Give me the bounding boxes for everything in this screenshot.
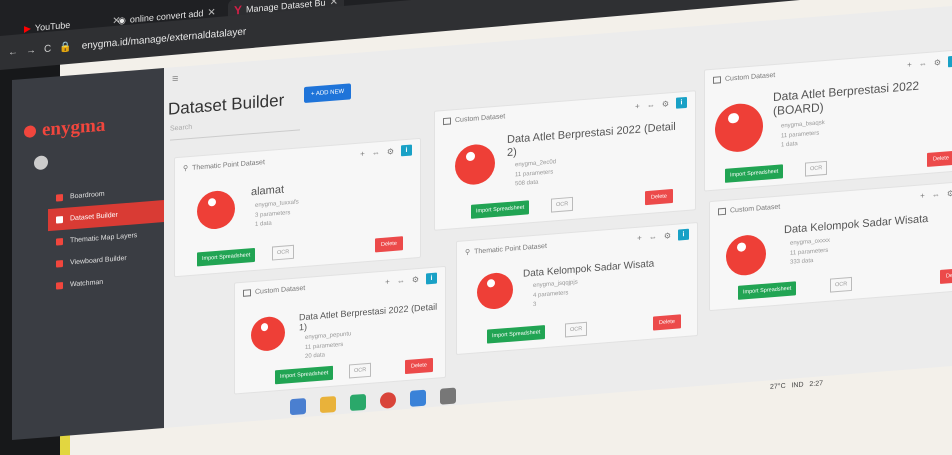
link-icon[interactable]: ⇔ (649, 232, 657, 242)
map-icon (56, 237, 63, 246)
gear-icon[interactable]: ⚙ (934, 58, 941, 68)
logo-mark-icon (24, 125, 36, 139)
import-spreadsheet-button[interactable]: Import Spreadsheet (197, 247, 256, 267)
dataset-logo-icon (251, 315, 285, 353)
weather-text[interactable]: 27°C (770, 383, 786, 391)
info-icon[interactable]: i (948, 55, 952, 68)
gear-icon[interactable]: ⚙ (947, 189, 952, 199)
import-spreadsheet-button[interactable]: Import Spreadsheet (738, 281, 797, 300)
dataset-icon (56, 215, 63, 224)
page-title: Dataset Builder (168, 90, 285, 119)
dataset-card: Custom Dataset +⇔⚙i Data Atlet Berpresta… (434, 90, 696, 231)
sidebar: enygma Boardroom Dataset Builder Themati… (12, 68, 164, 440)
avatar (34, 155, 48, 171)
ocr-button[interactable]: OCR (551, 196, 574, 213)
word-icon[interactable] (410, 389, 426, 407)
add-icon[interactable]: + (635, 102, 640, 111)
gear-icon[interactable]: ⚙ (387, 147, 394, 157)
dataset-name: Data Kelompok Sadar Wisata (523, 258, 655, 280)
lock-icon: 🔒 (59, 41, 72, 54)
import-spreadsheet-button[interactable]: Import Spreadsheet (725, 164, 784, 183)
info-icon[interactable]: i (678, 228, 689, 241)
link-icon[interactable]: ⇔ (397, 276, 405, 286)
pin-icon: ⚲ (465, 248, 471, 257)
ocr-button[interactable]: OCR (272, 244, 295, 261)
dataset-logo-icon (726, 233, 766, 277)
table-icon (713, 76, 721, 84)
dataset-name: Data Atlet Berprestasi 2022 (BOARD) (773, 78, 920, 118)
whatsapp-icon[interactable] (350, 393, 366, 412)
add-icon[interactable]: + (920, 191, 925, 200)
ocr-button[interactable]: OCR (565, 321, 588, 338)
import-spreadsheet-button[interactable]: Import Spreadsheet (487, 325, 546, 344)
dataset-card: ⚲ Thematic Point Dataset + ⇔ ⚙ i Data Kelomp… (456, 222, 698, 356)
gear-icon[interactable]: ⚙ (662, 99, 669, 109)
delete-button[interactable]: Delete (927, 150, 952, 167)
ocr-button[interactable]: OCR (830, 276, 853, 293)
user-profile[interactable] (34, 155, 52, 171)
delete-button[interactable]: Delete (645, 188, 673, 206)
chrome-icon[interactable] (380, 391, 396, 409)
link-icon[interactable]: ⇔ (919, 59, 927, 69)
dataset-logo-icon (455, 142, 495, 187)
info-icon[interactable]: i (426, 272, 437, 285)
add-icon[interactable]: + (907, 60, 912, 69)
table-icon (443, 117, 451, 126)
info-icon[interactable]: i (401, 144, 412, 157)
dataset-name: Data Atlet Berprestasi 2022 (Detail 2) (507, 120, 676, 159)
hamburger-icon[interactable]: ≡ (172, 73, 178, 86)
dataset-logo-icon (715, 101, 763, 154)
watchman-icon (56, 281, 63, 290)
folder-icon[interactable] (320, 395, 336, 414)
file-explorer-icon[interactable] (290, 398, 306, 416)
dataset-card: ⚲ Thematic Point Dataset + ⇔ ⚙ i alamat enyg… (174, 137, 421, 278)
boardroom-icon (56, 193, 63, 202)
dataset-logo-icon (477, 271, 513, 311)
link-icon[interactable]: ⇔ (932, 190, 940, 200)
link-icon[interactable]: ⇔ (647, 100, 655, 110)
link-icon[interactable]: ⇔ (372, 148, 380, 158)
delete-button[interactable]: Delete (653, 314, 681, 331)
delete-button[interactable]: Delete (375, 236, 403, 253)
table-icon (718, 207, 726, 216)
dataset-card: Custom Dataset +⇔⚙i Data Kelompok Sadar … (709, 179, 952, 312)
table-icon (243, 289, 251, 297)
dataset-name: Data Atlet Berprestasi 2022 (Detail 1) (299, 301, 438, 333)
search-input[interactable]: Search (170, 115, 300, 141)
import-spreadsheet-button[interactable]: Import Spreadsheet (471, 200, 530, 219)
add-icon[interactable]: + (385, 277, 390, 286)
language-indicator[interactable]: IND (791, 382, 803, 390)
ocr-button[interactable]: OCR (805, 160, 828, 177)
sidebar-menu: Boardroom Dataset Builder Thematic Map L… (48, 178, 164, 297)
add-icon[interactable]: + (360, 149, 365, 158)
gear-icon[interactable]: ⚙ (664, 231, 671, 241)
nav-buttons[interactable]: ←→C (8, 42, 59, 57)
gear-icon[interactable]: ⚙ (412, 275, 419, 285)
clock[interactable]: 2:27 (809, 380, 823, 388)
url-input[interactable]: enygma.id/manage/externaldatalayer (82, 26, 247, 51)
info-icon[interactable]: i (676, 96, 687, 109)
viewboard-icon (56, 259, 63, 268)
add-new-button[interactable]: + ADD NEW (304, 83, 352, 104)
app-logo[interactable]: enygma (24, 115, 105, 143)
add-icon[interactable]: + (637, 233, 642, 242)
delete-button[interactable]: Delete (940, 267, 952, 284)
dataset-name: alamat (251, 183, 285, 199)
dataset-card: Custom Dataset +⇔⚙i Data Atlet Berpresta… (704, 48, 952, 192)
pin-icon: ⚲ (183, 165, 189, 173)
dataset-name: Data Kelompok Sadar Wisata (784, 212, 929, 237)
settings-icon[interactable] (440, 387, 456, 405)
dataset-logo-icon (197, 189, 235, 231)
